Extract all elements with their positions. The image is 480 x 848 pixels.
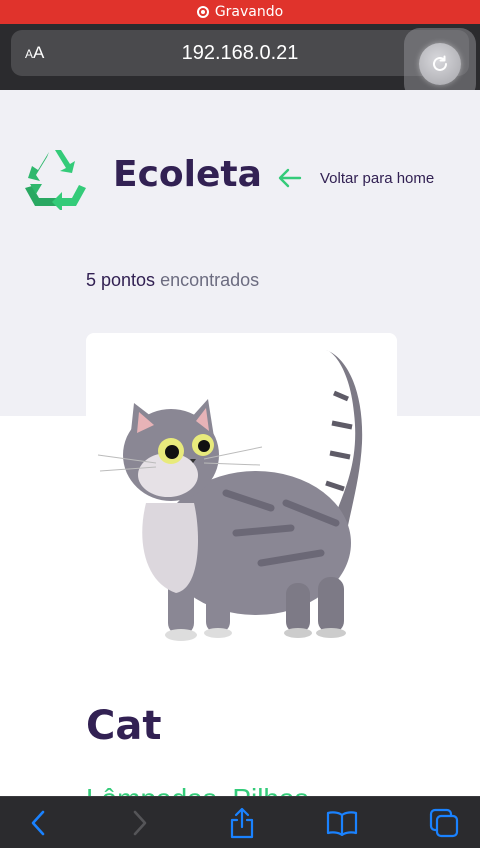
browser-bottom-toolbar (0, 796, 480, 848)
recycle-icon (25, 150, 86, 210)
point-card[interactable]: Cat Lâmpadas, Pilhas (86, 333, 397, 796)
tabs-icon (429, 808, 459, 838)
points-count: 5 pontos (86, 270, 156, 290)
tabs-button[interactable] (428, 807, 460, 839)
recording-icon (196, 6, 209, 18)
brand-title: Ecoleta (113, 154, 262, 195)
back-link-label: Voltar para home (320, 169, 435, 187)
web-page: Ecoleta Voltar para home 5 pontos encont… (0, 90, 480, 796)
address-bar[interactable]: AA 192.168.0.21 (11, 30, 469, 76)
point-items: Lâmpadas, Pilhas (86, 783, 309, 796)
points-found-count: 5 pontos encontrados (86, 270, 259, 291)
forward-icon (133, 810, 147, 836)
share-button[interactable] (226, 807, 258, 839)
bookmarks-icon (326, 811, 358, 836)
forward-button[interactable] (124, 807, 156, 839)
back-icon (31, 810, 45, 836)
reload-icon (433, 55, 447, 71)
bookmarks-button[interactable] (326, 807, 358, 839)
point-name: Cat (86, 703, 162, 749)
recording-label: Gravando (214, 4, 284, 20)
points-found-suffix: encontrados (155, 270, 260, 290)
browser-toolbar: AA 192.168.0.21 (0, 24, 480, 100)
url-field[interactable]: 192.168.0.21 (11, 42, 469, 65)
recording-status-bar: Gravando (0, 0, 480, 24)
share-icon (230, 807, 254, 839)
arrow-left-icon (278, 168, 302, 188)
back-to-home-link[interactable]: Voltar para home (278, 168, 434, 188)
back-button[interactable] (22, 807, 54, 839)
point-image (97, 350, 363, 641)
